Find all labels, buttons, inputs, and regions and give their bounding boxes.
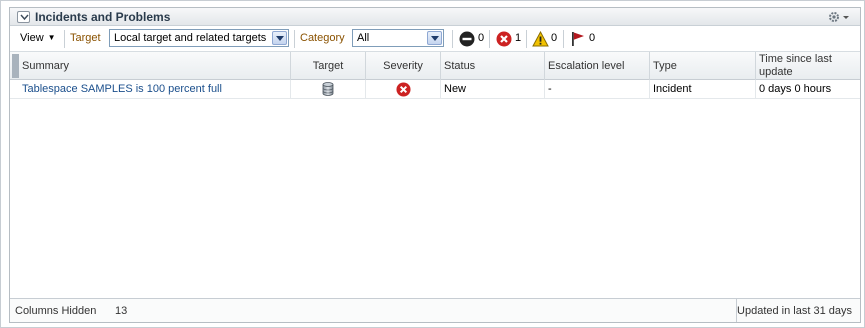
column-header-target[interactable]: Target [290,52,365,80]
chevron-down-icon [20,14,29,21]
row-header-gutter [12,54,19,78]
critical-count-filter[interactable]: 1 [496,31,526,47]
cell-type: Incident [649,80,755,99]
collapse-button[interactable] [17,11,30,23]
view-menu[interactable]: View ▼ [20,32,56,44]
warning-count: 0 [551,32,558,44]
column-header-type[interactable]: Type [649,52,755,80]
target-select[interactable]: Local target and related targets [109,29,289,47]
category-select[interactable]: All [352,29,444,47]
view-menu-label: View [20,32,44,44]
column-header-status[interactable]: Status [440,52,544,80]
cell-summary: Tablespace SAMPLES is 100 percent full [19,80,290,99]
critical-count: 1 [515,32,522,44]
toolbar-divider [526,30,527,48]
warning-icon [532,31,549,47]
toolbar-divider [563,30,564,48]
incident-summary-link[interactable]: Tablespace SAMPLES is 100 percent full [22,83,222,95]
dropdown-arrow-icon[interactable] [272,31,287,45]
columns-hidden-count: 13 [115,305,128,317]
warning-count-filter[interactable]: 0 [532,31,562,47]
target-filter-label: Target [70,32,101,44]
column-header-severity[interactable]: Severity [365,52,440,80]
gear-icon [829,12,849,22]
escalated-count: 0 [589,32,596,44]
flag-icon [572,32,584,46]
critical-icon [496,31,512,47]
toolbar-divider [452,30,453,48]
incidents-panel: Incidents and Problems View ▼ Target Loca… [9,7,861,323]
database-icon[interactable] [322,82,334,96]
cell-escalation-level: - [544,80,649,99]
dropdown-arrow-icon[interactable] [427,31,442,45]
window-frame: Incidents and Problems View ▼ Target Loca… [0,0,865,328]
table-header: Summary Target Severity Status Escalatio… [10,52,860,80]
caret-down-icon: ▼ [47,33,56,42]
toolbar-divider [489,30,490,48]
updated-range-text: Updated in last 31 days [737,305,852,317]
column-header-escalation-level[interactable]: Escalation level [544,52,649,80]
cell-status: New [440,80,544,99]
category-select-value: All [357,32,370,44]
fatal-icon [459,31,475,47]
table-row[interactable]: Tablespace SAMPLES is 100 percent full N… [10,80,860,99]
critical-icon [395,82,411,97]
column-header-time-since-update[interactable]: Time since last update [755,52,860,80]
toolbar-divider [294,30,295,48]
category-filter-label: Category [300,32,345,44]
cell-severity [365,80,440,99]
column-header-summary[interactable]: Summary [19,52,290,80]
panel-title: Incidents and Problems [35,10,171,24]
table-footer: Columns Hidden 13 Updated in last 31 day… [10,298,860,322]
cell-time-since-update: 0 days 0 hours [755,80,860,99]
columns-hidden-label: Columns Hidden [15,305,97,317]
toolbar: View ▼ Target Local target and related ta… [10,26,860,52]
fatal-count-filter[interactable]: 0 [459,31,489,47]
toolbar-divider [64,30,65,48]
settings-menu-button[interactable] [827,10,851,24]
target-select-value: Local target and related targets [114,32,267,44]
cell-target [290,80,365,99]
panel-header: Incidents and Problems [10,8,860,26]
fatal-count: 0 [478,32,485,44]
escalated-count-filter[interactable]: 0 [570,31,600,47]
